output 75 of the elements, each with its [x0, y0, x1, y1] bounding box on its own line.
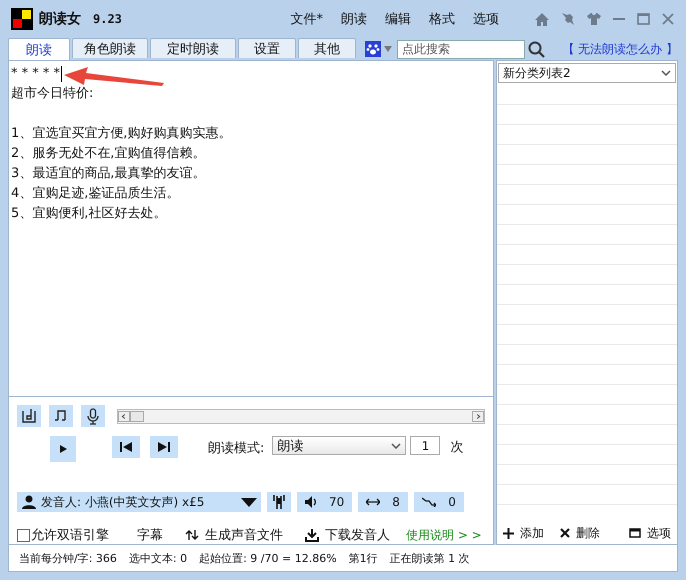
music-note-icon[interactable]: [49, 405, 73, 427]
voice-dropdown[interactable]: 发音人: 小燕(中英文女声) x£5: [17, 492, 261, 512]
volume-control[interactable]: 70: [297, 492, 352, 512]
logo-icon: [11, 8, 33, 30]
repeat-field[interactable]: 1: [410, 436, 440, 455]
scroll-right-icon[interactable]: [472, 410, 484, 422]
cross-icon: [560, 528, 570, 538]
options-button[interactable]: 选项: [629, 524, 671, 542]
up-down-arrows-icon: [185, 529, 199, 541]
bilingual-checkbox[interactable]: 允许双语引擎: [17, 526, 109, 544]
close-icon[interactable]: [662, 13, 674, 25]
plus-icon: [503, 528, 514, 538]
text-line: 2、服务无处不在,宜购值得信赖。: [11, 145, 206, 163]
tab[interactable]: 朗读: [8, 38, 70, 60]
app-title: 朗读女: [39, 10, 81, 28]
manual-link[interactable]: 使用说明 > >: [406, 526, 482, 544]
scroll-left-icon[interactable]: [118, 410, 130, 422]
microphone-icon[interactable]: [81, 405, 105, 427]
mode-dropdown[interactable]: 朗读: [272, 436, 406, 455]
category-dropdown[interactable]: 新分类列表2: [498, 63, 676, 83]
shirt-icon[interactable]: [587, 13, 601, 25]
speaker-icon: [305, 496, 317, 508]
text-line: 5、宜购便利,社区好去处。: [11, 205, 168, 223]
skip-forward-icon[interactable]: [150, 436, 178, 458]
download-button[interactable]: 下载发音人: [305, 526, 390, 544]
tab[interactable]: 设置: [238, 38, 296, 58]
window-icon: [629, 528, 641, 538]
chevron-down-icon: [661, 70, 671, 76]
status-text: 选中文本: 0: [128, 550, 188, 566]
caret-icon: [241, 498, 257, 506]
tab[interactable]: 角色朗读: [72, 38, 148, 58]
text-editor[interactable]: * * * * * 超市今日特价: 1、宜选宜买宜方便,购好购真购实惠。 2、服务无处不在,宜购值得信赖。 3、最适宜的商品,最真挚的友谊。 4、宜购足迹,鉴证品质生活。 5、宜购便利,社区好去处。: [9, 61, 493, 397]
tab[interactable]: 定时朗读: [150, 38, 236, 58]
status-text: 第1行: [348, 550, 378, 566]
status-text: 当前每分钟/字: 366: [19, 550, 117, 566]
status-text: 起始位置: 9 /70 = 12.86%: [199, 550, 337, 566]
status-text: 正在朗读第 1 次: [390, 550, 470, 566]
chevron-down-icon: [391, 442, 402, 448]
add-button[interactable]: 添加: [503, 524, 544, 542]
menu-item[interactable]: 选项: [473, 10, 499, 28]
paw-icon[interactable]: [365, 41, 381, 57]
home-icon[interactable]: [535, 12, 549, 26]
double-arrow-icon: [366, 498, 380, 506]
menu-item[interactable]: 格式: [429, 10, 455, 28]
tab[interactable]: 其他: [298, 38, 356, 58]
subtitle-button[interactable]: 字幕: [137, 526, 163, 544]
menu-item[interactable]: 编辑: [385, 10, 411, 28]
mode-label: 朗读模式:: [208, 440, 264, 457]
pitch-control[interactable]: 0: [414, 492, 464, 512]
person-icon: [21, 495, 37, 509]
maximize-icon[interactable]: [637, 13, 650, 25]
delete-button[interactable]: 删除: [560, 524, 600, 542]
pitch-line-icon: [422, 497, 436, 507]
skip-back-icon[interactable]: [112, 436, 140, 458]
scroll-thumb[interactable]: [130, 410, 144, 422]
text-line: 3、最适宜的商品,最真挚的友谊。: [11, 165, 206, 183]
text-line: * * * * *: [11, 65, 60, 83]
app-version: 9.23: [93, 12, 122, 26]
download-icon: [305, 528, 319, 542]
text-line: 4、宜购足迹,鉴证品质生活。: [11, 185, 180, 203]
menu-item[interactable]: 文件*: [290, 10, 323, 28]
search-field[interactable]: 点此搜索: [397, 40, 525, 58]
play-icon[interactable]: [50, 436, 76, 462]
help-link[interactable]: 【 无法朗读怎么办 】: [562, 40, 678, 58]
repeat-unit: 次: [450, 439, 464, 456]
search-icon[interactable]: [528, 40, 545, 58]
text-line: 超市今日特价:: [11, 85, 94, 103]
text-line: 1、宜选宜买宜方便,购好购真购实惠。: [11, 125, 232, 143]
pin-icon[interactable]: [561, 12, 575, 26]
menu-item[interactable]: 朗读: [341, 10, 367, 28]
make-audio-button[interactable]: 生成声音文件: [185, 526, 283, 544]
speed-control[interactable]: 8: [358, 492, 408, 512]
horizontal-scrollbar[interactable]: [117, 408, 485, 424]
note-file-icon[interactable]: [17, 405, 41, 427]
dropdown-arrow-icon[interactable]: [384, 46, 392, 52]
